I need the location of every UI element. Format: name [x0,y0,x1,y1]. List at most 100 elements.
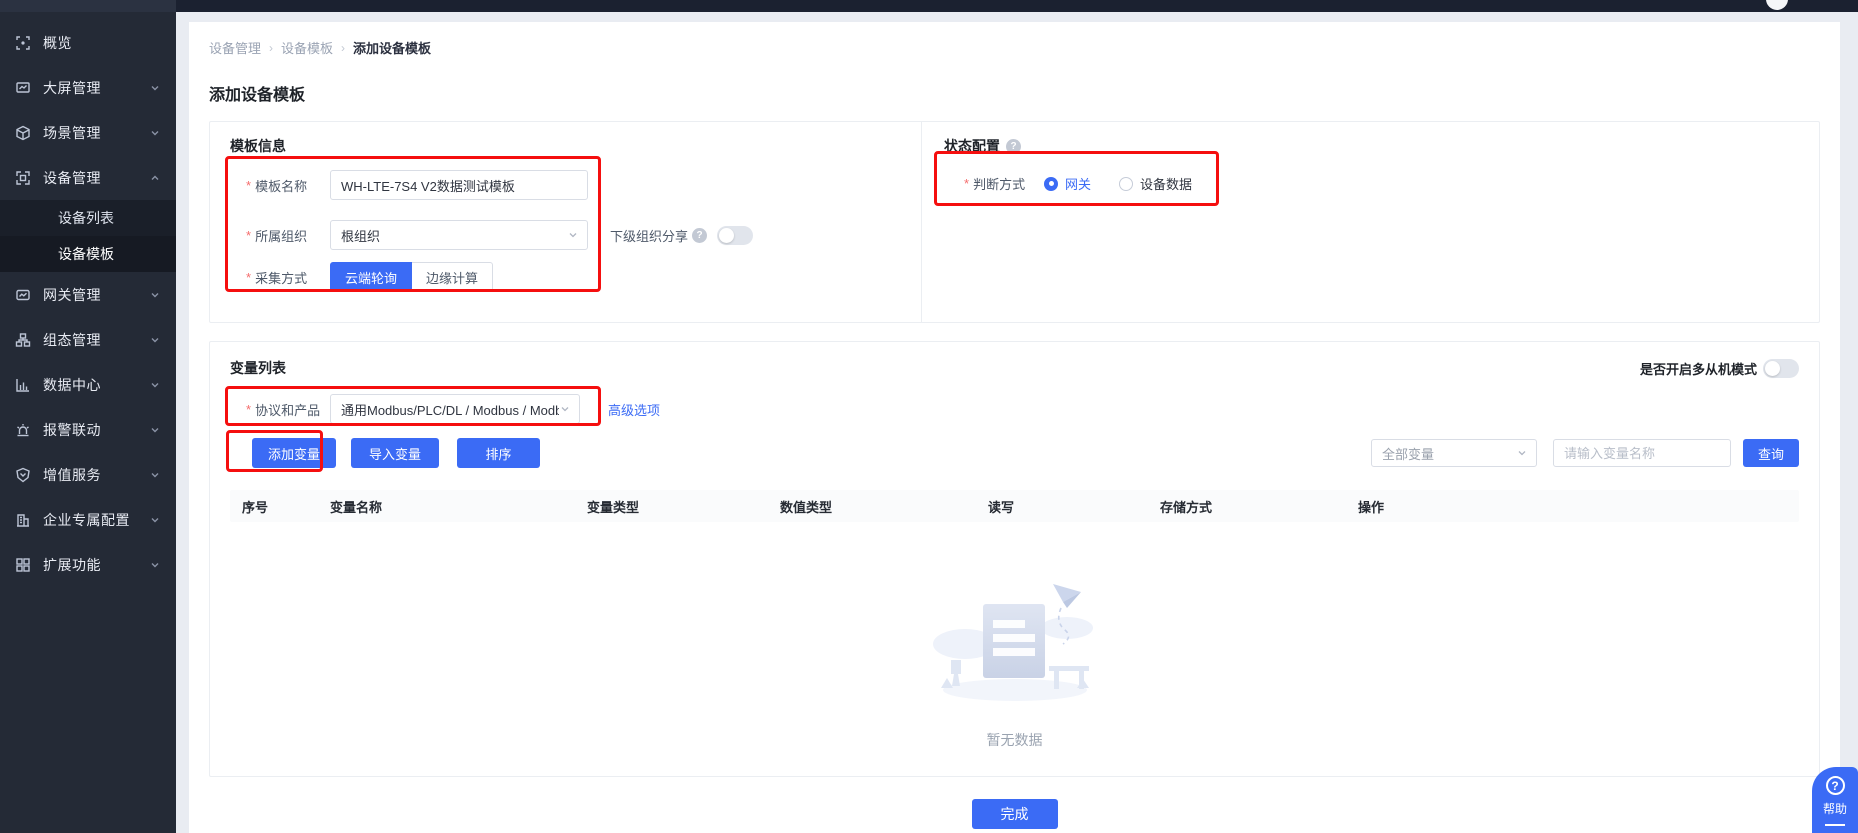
template-name-label: * 模板名称 [246,176,330,195]
help-question-icon: ? [1826,776,1845,795]
chevron-down-icon [148,423,162,437]
radio-gateway[interactable]: 网关 [1044,174,1091,193]
sidebar-item-enterprise-config[interactable]: 企业专属配置 [0,497,176,542]
sidebar-item-device-template[interactable]: 设备模板 [0,236,176,272]
advanced-options-link[interactable]: 高级选项 [608,400,660,419]
status-config-section: 状态配置 ? * 判断方式 网关 [921,122,1819,322]
sidebar-item-data-center[interactable]: 数据中心 [0,362,176,407]
required-marker: * [246,228,251,243]
breadcrumb-separator: › [269,41,273,55]
col-variable-type: 变量类型 [575,497,768,516]
sidebar-nav: 概览 大屏管理 场景管理 设备管理 设备列表 [0,12,176,587]
judge-mode-label: * 判断方式 [964,174,1044,193]
bar-chart-icon [15,377,31,393]
organization-select[interactable]: 根组织 [330,220,588,250]
radio-device-data[interactable]: 设备数据 [1119,174,1192,193]
sort-button[interactable]: 排序 [457,438,540,468]
help-widget[interactable]: ? 帮助 [1812,767,1858,833]
status-config-help-icon[interactable]: ? [1006,139,1021,154]
col-index: 序号 [230,497,318,516]
sidebar-item-label: 组态管理 [43,330,148,350]
help-underline [1825,824,1845,826]
help-label: 帮助 [1823,800,1847,817]
breadcrumb-device-template[interactable]: 设备模板 [281,38,333,57]
sidebar-item-gateway-mgmt[interactable]: 网关管理 [0,272,176,317]
suborg-share-toggle[interactable] [717,226,753,245]
protocol-select-value: 通用Modbus/PLC/DL / Modbus / Modbus R1 [341,400,559,419]
collect-edge-computing-button[interactable]: 边缘计算 [412,262,493,292]
empty-text: 暂无数据 [987,730,1043,750]
breadcrumb: 设备管理 › 设备模板 › 添加设备模板 [209,38,1820,57]
judge-mode-row: * 判断方式 网关 设备数据 [944,174,1819,193]
sidebar-item-extensions[interactable]: 扩展功能 [0,542,176,587]
suborg-share-help-icon[interactable]: ? [692,228,707,243]
variable-filter-tools: 全部变量 查询 [1371,439,1799,467]
chevron-down-icon [559,403,571,415]
sidebar-item-scada-mgmt[interactable]: 组态管理 [0,317,176,362]
variable-toolbar: 添加变量 导入变量 排序 全部变量 查询 [230,438,1799,468]
sidebar-item-label: 企业专属配置 [43,510,148,530]
radio-unselected-icon [1119,177,1133,191]
sidebar-item-label: 数据中心 [43,375,148,395]
chevron-down-icon [567,229,579,241]
chevron-down-icon [148,513,162,527]
avatar[interactable] [1766,0,1788,10]
sidebar-item-alarm-linkage[interactable]: 报警联动 [0,407,176,452]
template-info-form: * 模板名称 * 所属组织 根组织 [230,170,921,292]
chevron-down-icon [148,378,162,392]
chevron-down-icon [148,468,162,482]
sidebar-item-label: 设备管理 [43,168,148,188]
sidebar-submenu-device: 设备列表 设备模板 [0,200,176,272]
chevron-down-icon [148,333,162,347]
protocol-row: * 协议和产品 通用Modbus/PLC/DL / Modbus / Modbu… [230,394,1799,424]
template-name-row: * 模板名称 [246,170,921,200]
breadcrumb-device-mgmt[interactable]: 设备管理 [209,38,261,57]
scene-cube-icon [15,125,31,141]
template-info-title: 模板信息 [230,136,921,156]
query-button[interactable]: 查询 [1743,439,1799,467]
variable-list-card: 变量列表 是否开启多从机模式 * 协议和产品 通用Modbus/PLC/DL /… [209,341,1820,777]
grid-apps-icon [15,557,31,573]
radio-selected-icon [1044,177,1058,191]
page-title: 添加设备模板 [209,81,1820,105]
required-marker: * [246,270,251,285]
empty-state: 暂无数据 [230,578,1799,750]
alarm-siren-icon [15,422,31,438]
sidebar-item-screen-mgmt[interactable]: 大屏管理 [0,65,176,110]
sidebar-item-label: 大屏管理 [43,78,148,98]
chevron-down-icon [148,81,162,95]
sidebar-subitem-label: 设备模板 [58,246,114,262]
sidebar-item-device-mgmt[interactable]: 设备管理 [0,155,176,200]
sidebar-item-scene-mgmt[interactable]: 场景管理 [0,110,176,155]
chevron-down-icon [148,288,162,302]
sidebar-subitem-label: 设备列表 [58,210,114,226]
import-variable-button[interactable]: 导入变量 [351,438,439,468]
variable-list-header: 变量列表 是否开启多从机模式 [230,342,1799,378]
collect-mode-label: * 采集方式 [246,268,330,287]
suborg-share-label: 下级组织分享 [610,226,688,245]
collect-cloud-polling-button[interactable]: 云端轮询 [330,262,412,292]
footer-bar: 完成 [209,799,1820,829]
variable-name-search-input[interactable] [1553,439,1731,467]
add-variable-button[interactable]: 添加变量 [252,438,336,468]
variable-type-filter-select[interactable]: 全部变量 [1371,439,1537,467]
done-button[interactable]: 完成 [972,799,1058,829]
sidebar-item-overview[interactable]: 概览 [0,20,176,65]
overview-icon [15,35,31,51]
template-name-input[interactable] [330,170,588,200]
organization-label: * 所属组织 [246,226,330,245]
required-marker: * [246,402,251,417]
col-actions: 操作 [1346,497,1799,516]
sidebar-item-value-added[interactable]: 增值服务 [0,452,176,497]
sidebar-item-label: 增值服务 [43,465,148,485]
protocol-select[interactable]: 通用Modbus/PLC/DL / Modbus / Modbus R1 [330,394,580,424]
sidebar-item-device-list[interactable]: 设备列表 [0,200,176,236]
template-info-card: 模板信息 * 模板名称 * 所属组织 [209,121,1820,323]
main-content: 设备管理 › 设备模板 › 添加设备模板 添加设备模板 模板信息 * [176,12,1858,833]
building-icon [15,512,31,528]
template-info-section: 模板信息 * 模板名称 * 所属组织 [210,122,921,322]
variable-list-title: 变量列表 [230,358,286,378]
filter-select-value: 全部变量 [1382,444,1434,463]
toggle-knob [1765,361,1780,376]
multi-slave-toggle[interactable] [1763,359,1799,378]
